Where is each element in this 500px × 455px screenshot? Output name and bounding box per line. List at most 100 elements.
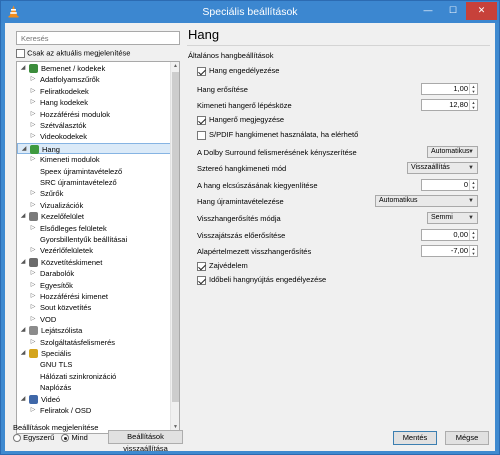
tree-item[interactable]: ▷ Hozzáférési kimenet [17, 291, 171, 302]
tree-category[interactable]: ◢ Hang [17, 142, 171, 155]
tree-item[interactable]: ▷ Adatfolyamszűrők [17, 74, 171, 85]
only-current-option[interactable]: Csak az aktuális megjelenítése [16, 48, 130, 58]
tree-category[interactable]: ◢ Speciális [17, 348, 171, 359]
save-button[interactable]: Mentés [393, 431, 437, 445]
tree-item[interactable]: ▷ Egyesítők [17, 280, 171, 291]
tree-item[interactable]: ▷ Szolgáltatásfelismerés [17, 337, 171, 348]
tree-item[interactable]: Naplózás [17, 382, 171, 393]
expanded-arrow-icon[interactable]: ◢ [20, 394, 26, 405]
dolby-select[interactable]: Automatikus ▼ [427, 146, 478, 158]
collapsed-arrow-icon[interactable]: ▷ [30, 337, 36, 348]
expanded-arrow-icon[interactable]: ◢ [20, 63, 26, 74]
expanded-arrow-icon[interactable]: ◢ [21, 144, 27, 155]
enable-audio-option[interactable]: Hang engedélyezése [197, 66, 279, 76]
tree-item[interactable]: ▷ Videokodekek [17, 131, 171, 142]
spin-arrows-icon[interactable]: ▲ ▼ [469, 180, 477, 190]
spin-arrows-icon[interactable]: ▲ ▼ [469, 84, 477, 94]
collapsed-arrow-icon[interactable]: ▷ [30, 245, 36, 256]
collapsed-arrow-icon[interactable]: ▷ [30, 314, 36, 325]
collapsed-arrow-icon[interactable]: ▷ [30, 200, 36, 211]
tree-category[interactable]: ◢ Bemenet / kodekek [17, 63, 171, 74]
only-current-checkbox[interactable] [16, 48, 25, 58]
tree-item[interactable]: ▷ Elsődleges felületek [17, 223, 171, 234]
time-stretch-option[interactable]: Időbeli hangnyújtás engedélyezése [197, 275, 326, 285]
tree-category[interactable]: ◢ Videó [17, 394, 171, 405]
protection-option[interactable]: Zajvédelem [197, 261, 248, 271]
close-button[interactable]: ✕ [466, 2, 497, 20]
collapsed-arrow-icon[interactable]: ▷ [30, 291, 36, 302]
scroll-up-icon[interactable]: ▲ [171, 63, 179, 69]
tree-item[interactable]: GNU TLS [17, 359, 171, 370]
tree-item[interactable]: ▷ Szűrők [17, 188, 171, 199]
tree-item[interactable]: ▷ VOD [17, 314, 171, 325]
collapsed-arrow-icon[interactable]: ▷ [30, 86, 36, 97]
spdif-checkbox[interactable] [197, 130, 206, 140]
collapsed-arrow-icon[interactable]: ▷ [30, 268, 36, 279]
spin-arrows-icon[interactable]: ▲ ▼ [469, 246, 477, 256]
tree-item[interactable]: ▷ Kimeneti modulok [17, 154, 171, 165]
tree-item[interactable]: ▷ Sout közvetítés [17, 302, 171, 313]
tree-item[interactable]: ▷ Vizualizációk [17, 200, 171, 211]
time-stretch-checkbox[interactable] [197, 275, 206, 285]
tree-category[interactable]: ◢ Lejátszólista [17, 325, 171, 336]
expanded-arrow-icon[interactable]: ◢ [20, 211, 26, 222]
resampler-select[interactable]: Automatikus ▼ [375, 195, 478, 207]
replaygain-mode-select[interactable]: Semmi ▼ [427, 212, 478, 224]
tree-item[interactable]: ▷ Hozzáférési modulok [17, 109, 171, 120]
default-replaygain-spinbox[interactable]: -7,00 ▲ ▼ [421, 245, 478, 257]
enable-audio-checkbox[interactable] [197, 66, 206, 76]
replay-preamp-spinbox[interactable]: 0,00 ▲ ▼ [421, 229, 478, 241]
protection-checkbox[interactable] [197, 261, 206, 271]
collapsed-arrow-icon[interactable]: ▷ [30, 280, 36, 291]
collapsed-arrow-icon[interactable]: ▷ [30, 109, 36, 120]
tree-item[interactable]: ▷ Feliratok / OSD [17, 405, 171, 416]
minimize-button[interactable]: — [416, 2, 440, 20]
all-radio[interactable] [61, 434, 70, 443]
collapsed-arrow-icon[interactable]: ▷ [30, 154, 36, 165]
tree-item[interactable]: ▷ Hang kodekek [17, 97, 171, 108]
cancel-button[interactable]: Mégse [445, 431, 489, 445]
maximize-button[interactable]: ☐ [441, 2, 465, 20]
tree-item[interactable]: ▷ Vezérlőfelületek [17, 245, 171, 256]
reset-preferences-button[interactable]: Beállítások visszaállítása [108, 430, 183, 453]
collapsed-arrow-icon[interactable]: ▷ [30, 188, 36, 199]
collapsed-arrow-icon[interactable]: ▷ [30, 131, 36, 142]
replay-preamp-value: 0,00 [453, 230, 468, 239]
tree-item[interactable]: ▷ Darabolók [17, 268, 171, 279]
spin-arrows-icon[interactable]: ▲ ▼ [469, 230, 477, 240]
tree-category[interactable]: ◢ Közvetítéskimenet [17, 257, 171, 268]
remember-volume-option[interactable]: Hangerő megjegyzése [197, 115, 284, 125]
tree-item[interactable]: Hálózati szinkronizáció [17, 371, 171, 382]
stereo-mode-select[interactable]: Visszaállítás ▼ [407, 162, 478, 174]
expanded-arrow-icon[interactable]: ◢ [20, 325, 26, 336]
tree-item[interactable]: Gyorsbillentyűk beállításai [17, 234, 171, 245]
simple-radio[interactable] [13, 434, 21, 443]
tree-item[interactable]: Speex újramintavételező [17, 166, 171, 177]
expanded-arrow-icon[interactable]: ◢ [20, 257, 26, 268]
tree-item[interactable]: ▷ Szétválasztók [17, 120, 171, 131]
all-radio-label[interactable]: Mind [72, 433, 88, 442]
simple-radio-label[interactable]: Egyszerű [23, 433, 54, 442]
tree-item[interactable]: ▷ Feliratkodekek [17, 86, 171, 97]
collapsed-arrow-icon[interactable]: ▷ [30, 405, 36, 416]
gain-spinbox[interactable]: 1,00 ▲ ▼ [421, 83, 478, 95]
section-heading: Általános hangbeállítások [188, 51, 274, 60]
scroll-thumb[interactable] [172, 72, 179, 402]
collapsed-arrow-icon[interactable]: ▷ [30, 302, 36, 313]
preferences-tree[interactable]: ▷ Feliratok / OSD ◢ Videó Naplózás Hálózati s… [16, 61, 180, 434]
volume-step-spinbox[interactable]: 12,80 ▲ ▼ [421, 99, 478, 111]
tree-category[interactable]: ◢ Kezelőfelület [17, 211, 171, 222]
desync-spinbox[interactable]: 0 ▲ ▼ [421, 179, 478, 191]
collapsed-arrow-icon[interactable]: ▷ [30, 223, 36, 234]
collapsed-arrow-icon[interactable]: ▷ [30, 97, 36, 108]
spdif-option[interactable]: S/PDIF hangkimenet használata, ha elérhe… [197, 130, 358, 140]
tree-item[interactable]: SRC újramintavételező [17, 177, 171, 188]
tree-scrollbar[interactable]: ▲ ▼ [170, 62, 179, 433]
search-input[interactable] [16, 31, 180, 45]
expanded-arrow-icon[interactable]: ◢ [20, 348, 26, 359]
collapsed-arrow-icon[interactable]: ▷ [30, 120, 36, 131]
collapsed-arrow-icon[interactable]: ▷ [30, 74, 36, 85]
spin-arrows-icon[interactable]: ▲ ▼ [469, 100, 477, 110]
remember-volume-checkbox[interactable] [197, 115, 206, 125]
title-bar[interactable]: Speciális beállítások — ☐ ✕ [1, 1, 499, 23]
